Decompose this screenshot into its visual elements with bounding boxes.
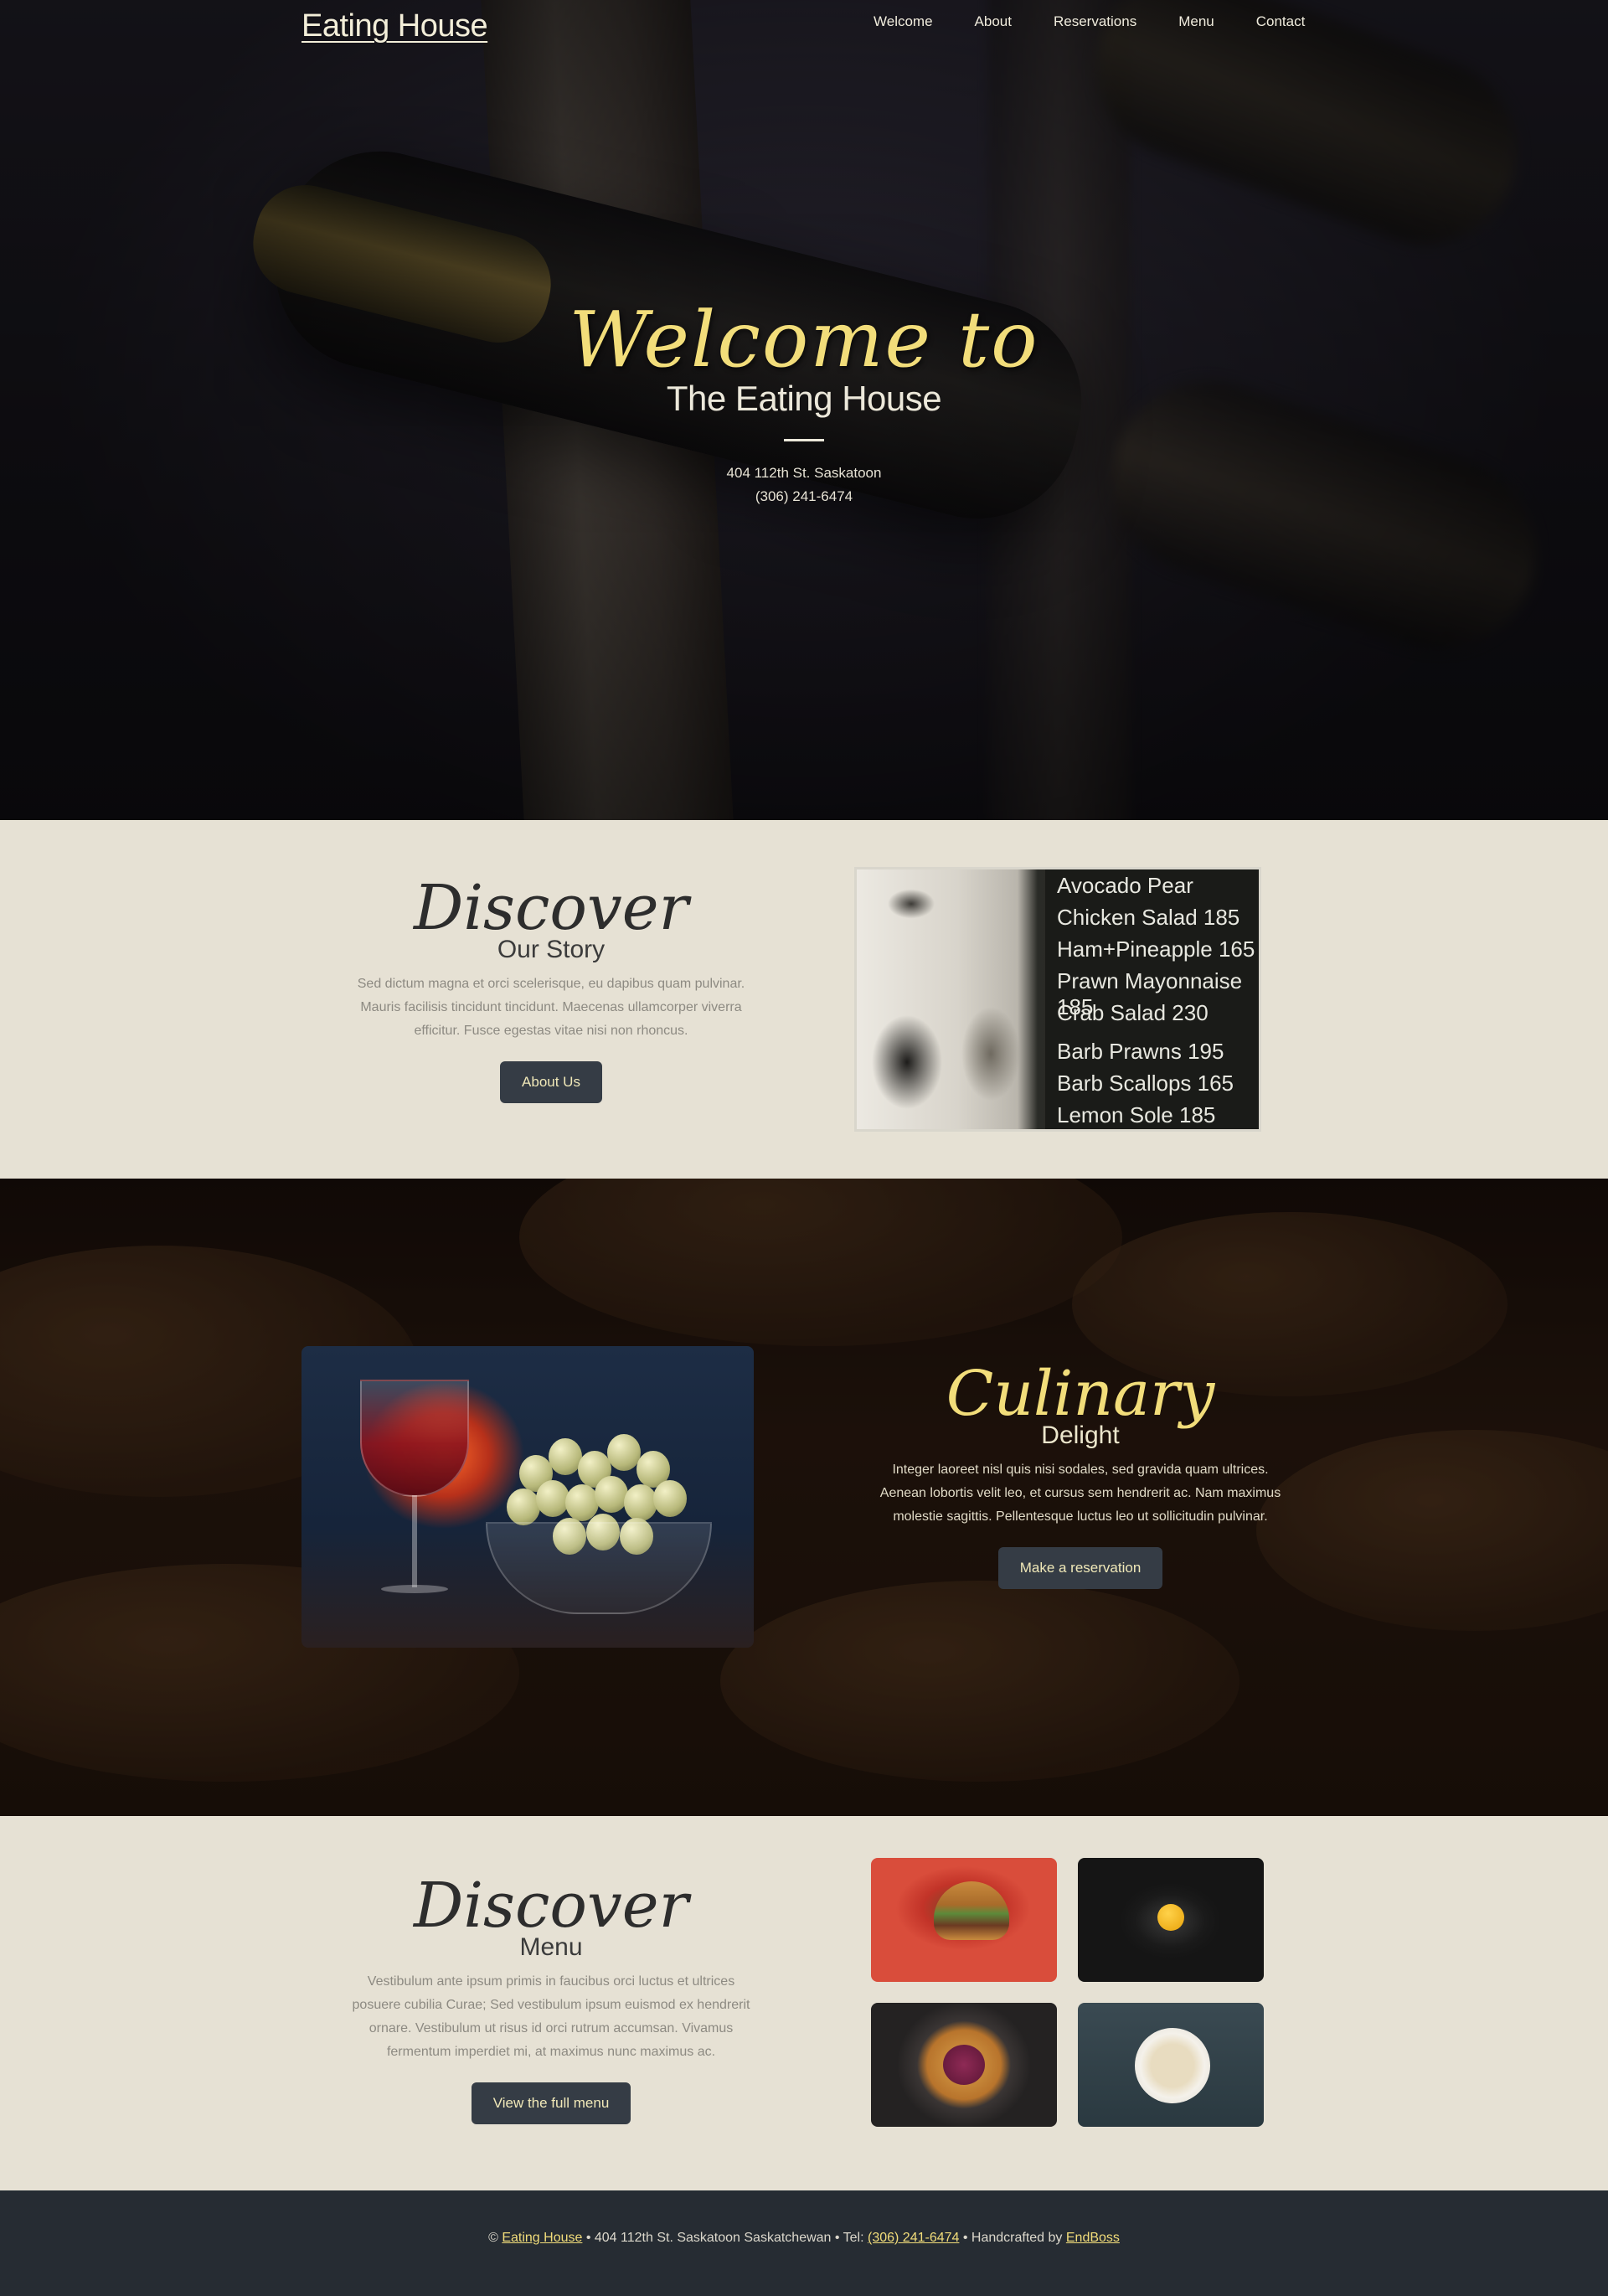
hero-phone: (306) 241-6474 xyxy=(755,488,853,504)
story-text: Discover Our Story Sed dictum magna et o… xyxy=(342,877,760,1103)
footer-line: © Eating House • 404 112th St. Saskatoon… xyxy=(0,2231,1608,2246)
diners-silhouette xyxy=(865,995,1041,1129)
footer-credit-link[interactable]: EndBoss xyxy=(1066,2231,1120,2245)
chalkboard-item: Crab Salad 230 xyxy=(1057,1000,1209,1025)
grape xyxy=(653,1480,687,1517)
chalkboard: Avocado Pear Chicken Salad 185 Ham+Pinea… xyxy=(1045,869,1259,1129)
menu-section: Discover Menu Vestibulum ante ipsum prim… xyxy=(0,1816,1608,2190)
glass-bowl xyxy=(486,1522,712,1614)
hero-text: Welcome to The Eating House 404 112th St… xyxy=(0,302,1608,508)
grape xyxy=(507,1489,540,1525)
chalkboard-item: Barb Scallops 165 xyxy=(1057,1071,1234,1096)
culinary-script-title: Culinary xyxy=(946,1358,1215,1430)
chalkboard-item: Ham+Pineapple 165 xyxy=(1057,936,1255,962)
hero-script-title: Welcome to xyxy=(569,295,1039,384)
hero-subtitle: The Eating House xyxy=(666,379,942,418)
story-section: Discover Our Story Sed dictum magna et o… xyxy=(0,820,1608,1179)
nav-link-menu[interactable]: Menu xyxy=(1178,13,1214,30)
hero-address: 404 112th St. Saskatoon xyxy=(726,465,882,481)
menu-photo-burger xyxy=(871,1858,1057,1982)
culinary-overlay xyxy=(0,1179,1608,1816)
make-reservation-button[interactable]: Make a reservation xyxy=(997,1547,1163,1589)
footer-brand-link[interactable]: Eating House xyxy=(502,2231,582,2245)
hero-divider xyxy=(784,439,824,441)
hero-section: Eating House Welcome About Reservations … xyxy=(0,0,1608,820)
egg-yolk xyxy=(1157,1904,1184,1931)
antler-mount xyxy=(874,875,949,925)
story-chalkboard-photo: Avocado Pear Chicken Salad 185 Ham+Pinea… xyxy=(854,867,1261,1132)
chalkboard-item: Barb Prawns 195 xyxy=(1057,1039,1224,1064)
footer-phone-link[interactable]: (306) 241-6474 xyxy=(868,2231,959,2245)
wine-grapes-photo xyxy=(302,1346,754,1648)
menu-paragraph: Vestibulum ante ipsum primis in faucibus… xyxy=(352,1974,750,2059)
culinary-paragraph: Integer laoreet nisl quis nisi sodales, … xyxy=(879,1463,1281,1524)
grape xyxy=(607,1434,641,1471)
top-nav: Eating House Welcome About Reservations … xyxy=(0,0,1608,59)
wine-glass-stem xyxy=(412,1495,417,1587)
grape xyxy=(624,1484,657,1521)
footer-address: • 404 112th St. Saskatoon Saskatchewan •… xyxy=(582,2231,868,2245)
chalkboard-item: Lemon Sole 185 xyxy=(1057,1102,1216,1127)
view-full-menu-button[interactable]: View the full menu xyxy=(471,2082,631,2124)
copyright-symbol: © xyxy=(488,2231,498,2245)
grape xyxy=(536,1480,570,1517)
plated-dish xyxy=(943,2045,985,2085)
wine-glass xyxy=(360,1380,469,1497)
footer: © Eating House • 404 112th St. Saskatoon… xyxy=(0,2190,1608,2296)
burger xyxy=(934,1881,1009,1940)
story-script-title: Discover xyxy=(414,872,688,944)
story-paragraph: Sed dictum magna et orci scelerisque, eu… xyxy=(357,977,745,1038)
menu-photo-pasta xyxy=(1078,2003,1264,2127)
nav-link-contact[interactable]: Contact xyxy=(1256,13,1306,30)
story-subtitle: Our Story xyxy=(497,936,606,963)
culinary-section: Culinary Delight Integer laoreet nisl qu… xyxy=(0,1179,1608,1816)
nav-link-about[interactable]: About xyxy=(975,13,1012,30)
menu-script-title: Discover xyxy=(414,1870,688,1942)
chalkboard-item: Avocado Pear xyxy=(1057,873,1193,898)
culinary-text: Culinary Delight Integer laoreet nisl qu… xyxy=(871,1363,1290,1589)
chalkboard-item: Chicken Salad 185 xyxy=(1057,905,1240,930)
nav-links: Welcome About Reservations Menu Contact xyxy=(874,13,1305,30)
grape xyxy=(549,1438,582,1475)
menu-text: Discover Menu Vestibulum ante ipsum prim… xyxy=(342,1875,760,2124)
pasta-plate xyxy=(1135,2028,1210,2103)
nav-link-reservations[interactable]: Reservations xyxy=(1054,13,1136,30)
nav-link-welcome[interactable]: Welcome xyxy=(874,13,933,30)
culinary-subtitle: Delight xyxy=(1041,1421,1120,1449)
about-us-button[interactable]: About Us xyxy=(500,1061,602,1103)
wine-glass-foot xyxy=(381,1585,448,1593)
footer-credit-text: • Handcrafted by xyxy=(959,2231,1066,2245)
grape xyxy=(595,1476,628,1513)
menu-subtitle: Menu xyxy=(519,1933,583,1961)
menu-photo-egg xyxy=(1078,1858,1264,1982)
brand-logo-link[interactable]: Eating House xyxy=(302,8,488,44)
menu-photo-plate xyxy=(871,2003,1057,2127)
